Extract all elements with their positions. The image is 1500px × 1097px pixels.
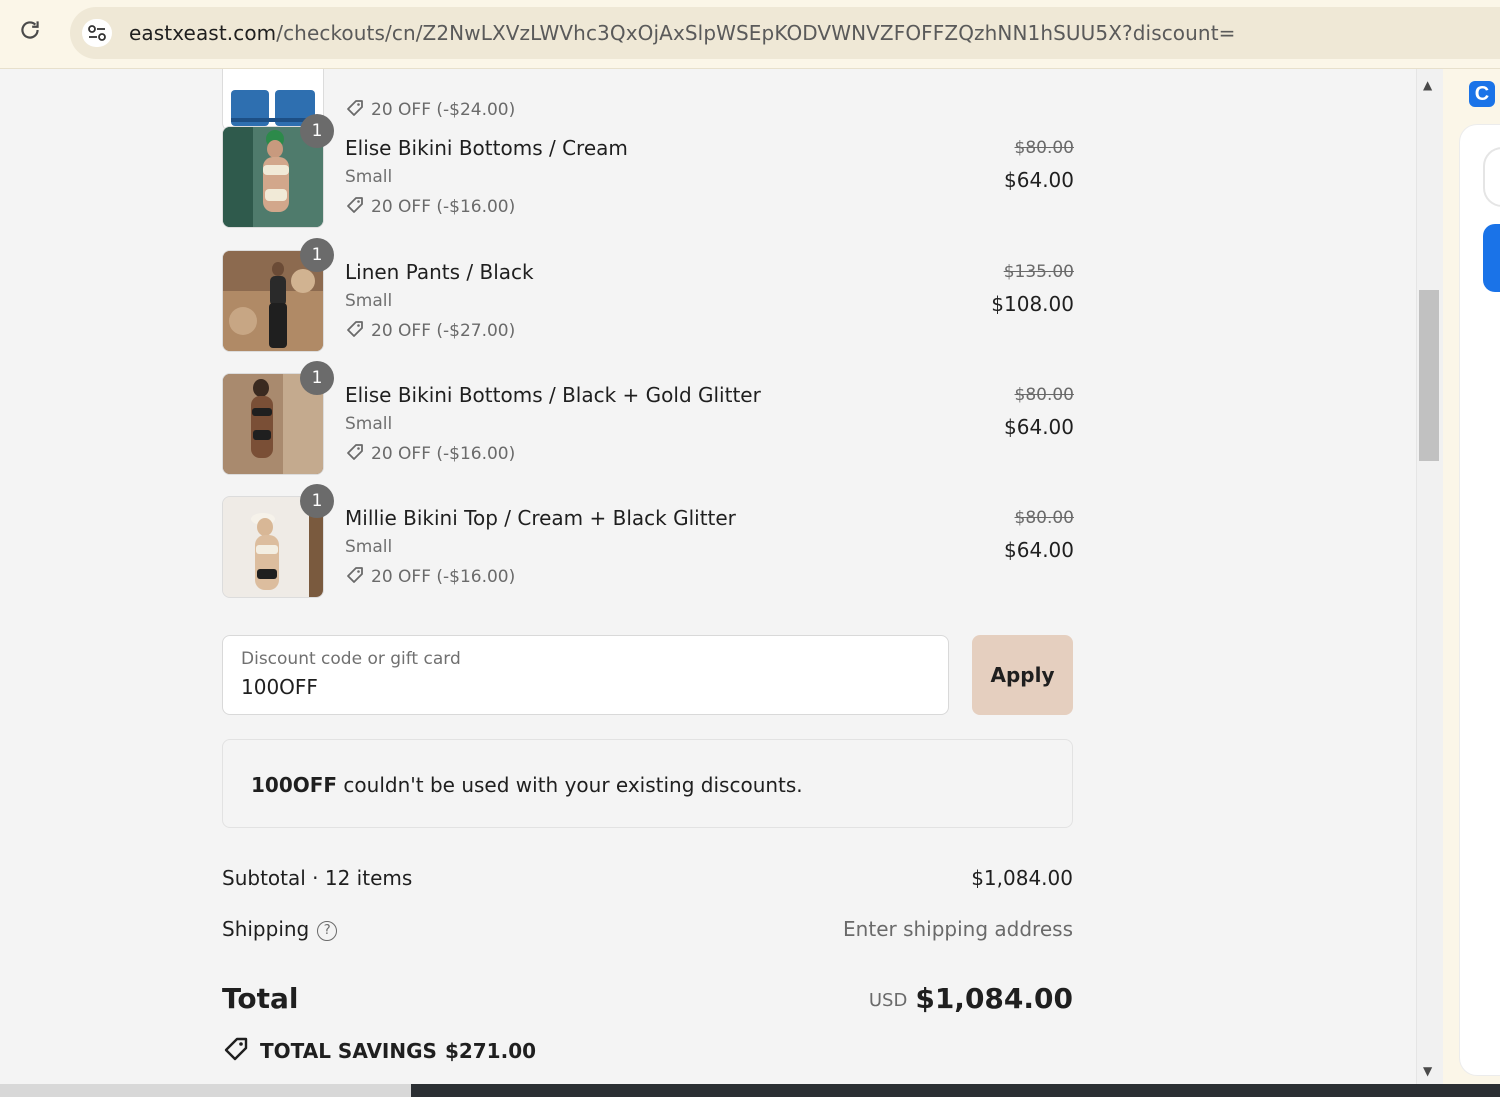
line-discount: 20 OFF (-$16.00) bbox=[345, 565, 515, 590]
total-row: Total USD $1,084.00 bbox=[222, 982, 1073, 1022]
original-price: $80.00 bbox=[1014, 385, 1074, 405]
sale-price: $64.00 bbox=[1004, 415, 1074, 439]
tag-icon bbox=[345, 195, 365, 220]
side-panel-button[interactable] bbox=[1483, 224, 1500, 292]
discount-text: 20 OFF (-$16.00) bbox=[371, 197, 516, 217]
line-discount: 20 OFF (-$16.00) bbox=[345, 195, 515, 220]
original-price: $80.00 bbox=[1014, 508, 1074, 528]
sale-price: $64.00 bbox=[1004, 538, 1074, 562]
tag-icon bbox=[345, 565, 365, 590]
discount-text: 20 OFF (-$27.00) bbox=[371, 321, 516, 341]
subtotal-value: $1,084.00 bbox=[971, 866, 1073, 890]
line-discount: 20 OFF (-$27.00) bbox=[345, 319, 515, 344]
taskbar-dark-region bbox=[411, 1084, 1500, 1097]
total-savings: TOTAL SAVINGS $271.00 bbox=[222, 1035, 536, 1068]
tune-icon[interactable] bbox=[82, 19, 112, 47]
discount-text: 20 OFF (-$16.00) bbox=[371, 567, 516, 587]
notice-code: 100OFF bbox=[251, 773, 338, 797]
product-name: Elise Bikini Bottoms / Cream bbox=[345, 136, 628, 160]
shipping-label-wrap: Shipping? bbox=[222, 917, 338, 941]
tag-icon bbox=[222, 1035, 250, 1068]
total-value-wrap: USD $1,084.00 bbox=[869, 982, 1073, 1015]
checkout-summary: 20 OFF (-$24.00) 1 Elise Bikini Bottoms … bbox=[0, 69, 1416, 1084]
reload-icon[interactable] bbox=[15, 17, 45, 47]
scrollbar-thumb[interactable] bbox=[1419, 290, 1439, 461]
discount-code-input[interactable]: 100OFF bbox=[241, 675, 318, 699]
savings-label: TOTAL SAVINGS bbox=[260, 1039, 437, 1063]
sale-price: $108.00 bbox=[991, 292, 1074, 316]
quantity-badge: 1 bbox=[300, 114, 334, 148]
url-path: /checkouts/cn/Z2NwLXVzLWVhc3QxOjAxSlpWSE… bbox=[276, 21, 1236, 45]
url-text[interactable]: eastxeast.com/checkouts/cn/Z2NwLXVzLWVhc… bbox=[129, 19, 1236, 47]
product-variant: Small bbox=[345, 291, 393, 311]
line-item: 1 Elise Bikini Bottoms / Cream Small 20 … bbox=[222, 114, 1074, 228]
browser-toolbar: eastxeast.com/checkouts/cn/Z2NwLXVzLWVhc… bbox=[0, 0, 1500, 69]
url-host: eastxeast.com bbox=[129, 21, 277, 45]
quantity-badge: 1 bbox=[300, 238, 334, 272]
apply-button[interactable]: Apply bbox=[972, 635, 1073, 715]
tag-icon bbox=[345, 442, 365, 467]
product-variant: Small bbox=[345, 537, 393, 557]
notice-message: couldn't be used with your existing disc… bbox=[337, 773, 803, 797]
side-panel-avatar[interactable] bbox=[1483, 147, 1500, 207]
discount-error-notice: 100OFF couldn't be used with your existi… bbox=[222, 739, 1073, 828]
shipping-value: Enter shipping address bbox=[843, 917, 1073, 941]
quantity-badge: 1 bbox=[300, 484, 334, 518]
sale-price: $64.00 bbox=[1004, 168, 1074, 192]
line-item: 1 Elise Bikini Bottoms / Black + Gold Gl… bbox=[222, 361, 1074, 475]
line-item: 1 Millie Bikini Top / Cream + Black Glit… bbox=[222, 484, 1074, 598]
discount-code-field[interactable]: Discount code or gift card 100OFF bbox=[222, 635, 949, 715]
tag-icon bbox=[345, 98, 365, 123]
scrollbar[interactable]: ▲ ▼ bbox=[1416, 69, 1443, 1084]
discount-field-label: Discount code or gift card bbox=[241, 649, 461, 669]
shipping-label: Shipping bbox=[222, 917, 310, 941]
line-item: 1 Linen Pants / Black Small 20 OFF (-$27… bbox=[222, 238, 1074, 352]
line-discount: 20 OFF (-$24.00) bbox=[345, 98, 515, 123]
product-variant: Small bbox=[345, 167, 393, 187]
help-icon[interactable]: ? bbox=[317, 921, 338, 941]
tag-icon bbox=[345, 319, 365, 344]
savings-value: $271.00 bbox=[444, 1039, 537, 1063]
original-price: $80.00 bbox=[1014, 138, 1074, 158]
product-name: Linen Pants / Black bbox=[345, 260, 534, 284]
scroll-down-arrow-icon[interactable]: ▼ bbox=[1423, 1064, 1432, 1078]
subtotal-label: Subtotal · 12 items bbox=[222, 866, 413, 890]
discount-text: 20 OFF (-$24.00) bbox=[371, 100, 516, 120]
total-label: Total bbox=[222, 982, 299, 1015]
currency-code: USD bbox=[868, 990, 908, 1011]
discount-text: 20 OFF (-$16.00) bbox=[371, 444, 516, 464]
total-value: $1,084.00 bbox=[915, 982, 1073, 1015]
product-name: Elise Bikini Bottoms / Black + Gold Glit… bbox=[345, 383, 761, 407]
original-price: $135.00 bbox=[1003, 262, 1074, 282]
product-variant: Small bbox=[345, 414, 393, 434]
line-item: 20 OFF (-$24.00) bbox=[222, 69, 1074, 131]
extension-icon[interactable]: C bbox=[1469, 81, 1495, 107]
notice-text: 100OFF couldn't be used with your existi… bbox=[251, 773, 803, 797]
quantity-badge: 1 bbox=[300, 361, 334, 395]
side-panel: C bbox=[1443, 69, 1500, 1084]
product-name: Millie Bikini Top / Cream + Black Glitte… bbox=[345, 506, 736, 530]
scroll-up-arrow-icon[interactable]: ▲ bbox=[1423, 78, 1432, 92]
line-discount: 20 OFF (-$16.00) bbox=[345, 442, 515, 467]
